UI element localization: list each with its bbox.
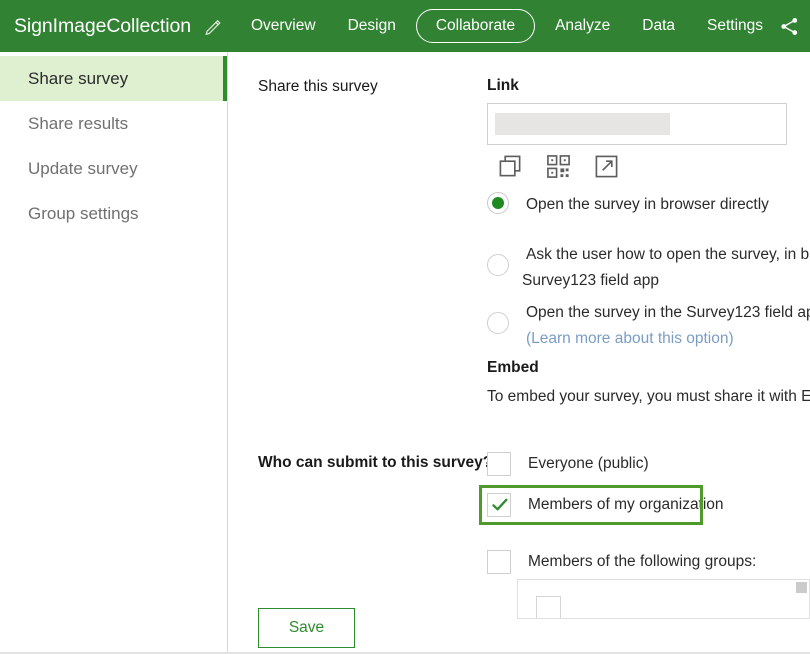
link-actions (487, 154, 619, 179)
copy-link-icon[interactable] (498, 154, 523, 179)
groups-list-box[interactable] (517, 579, 810, 619)
link-input[interactable] (487, 103, 787, 145)
main-content: Share this survey Link Open the survey i… (229, 52, 810, 654)
submit-option-organization[interactable]: Members of my organization (487, 493, 724, 517)
page-title: SignImageCollection (14, 14, 191, 37)
submit-option-groups[interactable]: Members of the following groups: (487, 550, 756, 574)
open-option-field-app-label: Open the survey in the Survey123 field a… (526, 304, 810, 321)
nav-item-analyze[interactable]: Analyze (539, 11, 626, 41)
main-nav: Overview Design Collaborate Analyze Data… (235, 9, 779, 43)
checkbox-everyone-public[interactable] (487, 452, 511, 476)
embed-description: To embed your survey, you must share it … (487, 388, 810, 405)
sidebar-item-update-survey[interactable]: Update survey (0, 146, 227, 191)
open-option-browser[interactable]: Open the survey in browser directly (487, 192, 769, 218)
radio-open-in-browser[interactable] (487, 192, 509, 214)
share-survey-section-label: Share this survey (258, 78, 378, 95)
redacted-link-value (495, 113, 670, 135)
open-option-browser-label: Open the survey in browser directly (526, 196, 769, 213)
groups-list-item-checkbox[interactable] (536, 596, 561, 618)
nav-item-design[interactable]: Design (332, 11, 412, 41)
open-option-ask-user-text: Ask the user how to open the survey, in … (522, 242, 810, 294)
embed-heading: Embed (487, 359, 539, 376)
nav-item-overview[interactable]: Overview (235, 11, 332, 41)
checkbox-members-of-my-organization[interactable] (487, 493, 511, 517)
open-option-field-app-text: Open the survey in the Survey123 field a… (526, 300, 810, 352)
open-option-ask-user[interactable]: Ask the user how to open the survey, in … (487, 242, 810, 294)
app-header: SignImageCollection Overview Design Coll… (0, 0, 810, 52)
checkbox-members-of-following-groups[interactable] (487, 550, 511, 574)
submit-option-organization-label: Members of my organization (528, 496, 724, 513)
open-external-icon[interactable] (594, 154, 619, 179)
open-option-field-app[interactable]: Open the survey in the Survey123 field a… (487, 300, 810, 352)
link-heading: Link (487, 77, 519, 94)
open-option-ask-user-label-line2: Survey123 field app (522, 272, 660, 289)
groups-list-scrollbar[interactable] (796, 582, 807, 593)
learn-more-link[interactable]: (Learn more about this option) (526, 330, 734, 347)
check-icon (491, 496, 509, 519)
open-option-ask-user-label-line1: Ask the user how to open the survey, in … (526, 246, 810, 263)
sidebar-item-share-results[interactable]: Share results (0, 101, 227, 146)
sidebar: Share survey Share results Update survey… (0, 52, 228, 654)
qr-code-icon[interactable] (546, 154, 571, 179)
nav-item-collaborate[interactable]: Collaborate (415, 9, 536, 43)
submit-option-everyone-label: Everyone (public) (528, 455, 649, 472)
app-title-group: SignImageCollection (0, 15, 223, 38)
share-icon[interactable] (779, 16, 800, 37)
pencil-icon[interactable] (204, 17, 223, 36)
sidebar-item-share-survey[interactable]: Share survey (0, 56, 227, 101)
radio-ask-user[interactable] (487, 254, 509, 276)
nav-item-settings[interactable]: Settings (691, 11, 779, 41)
submit-option-groups-label: Members of the following groups: (528, 553, 757, 570)
survey123-collaborate-page: SignImageCollection Overview Design Coll… (0, 0, 810, 654)
submit-option-everyone[interactable]: Everyone (public) (487, 452, 649, 476)
sidebar-item-group-settings[interactable]: Group settings (0, 191, 227, 236)
save-button[interactable]: Save (258, 608, 355, 648)
submit-section-label: Who can submit to this survey? (258, 454, 493, 471)
radio-field-app[interactable] (487, 312, 509, 334)
nav-item-data[interactable]: Data (626, 11, 691, 41)
